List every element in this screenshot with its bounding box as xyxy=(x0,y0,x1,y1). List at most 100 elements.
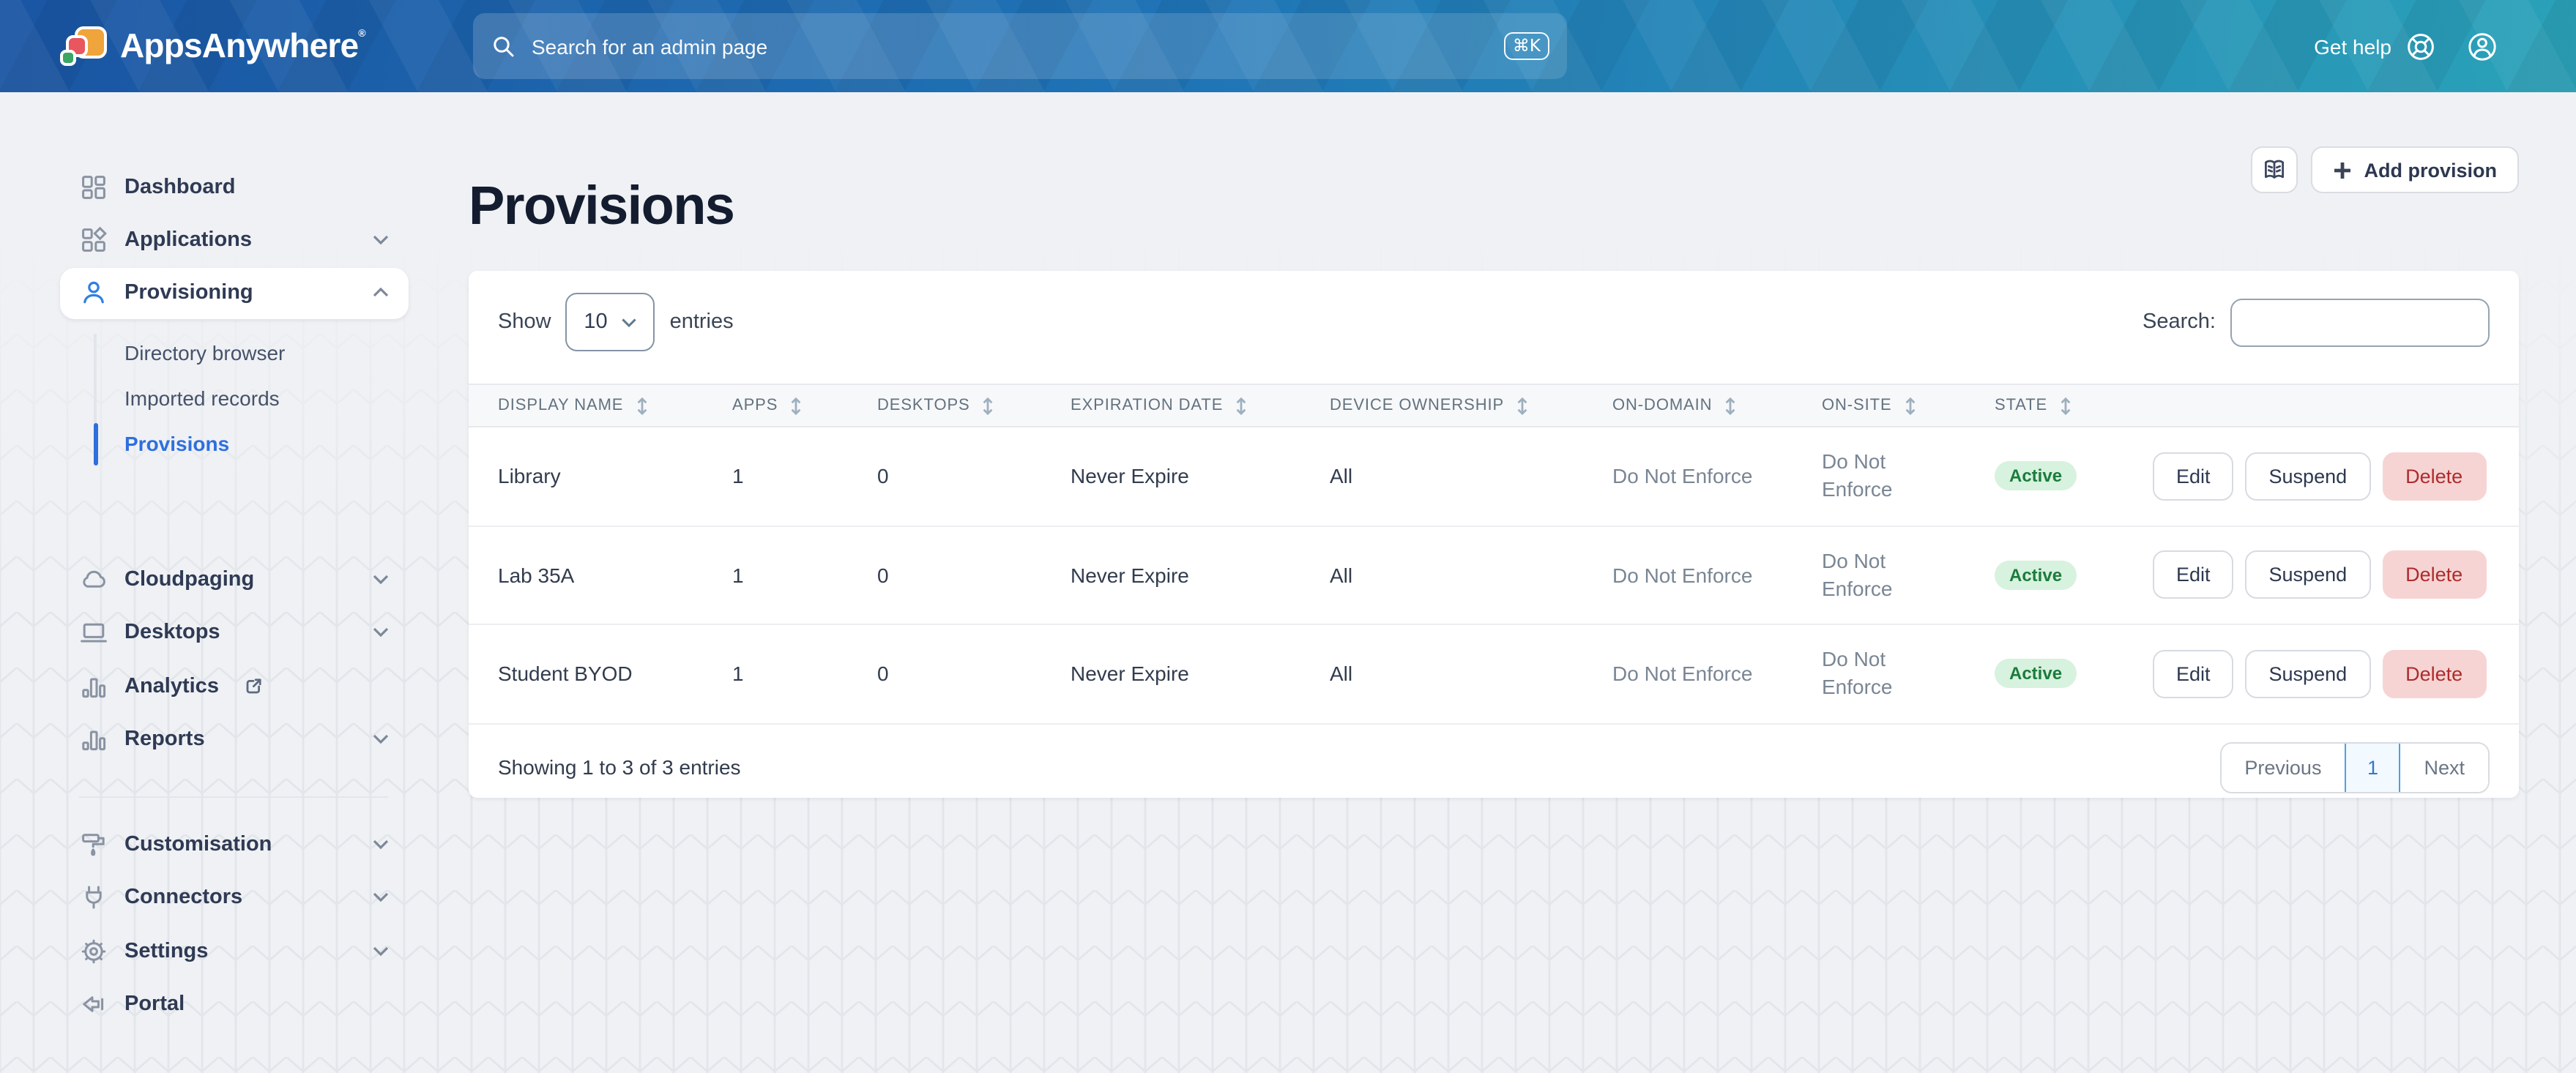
edit-button[interactable]: Edit xyxy=(2153,551,2234,599)
sidebar-item-label: Cloudpaging xyxy=(124,568,254,591)
sidebar-item-label: Portal xyxy=(124,992,185,1016)
sidebar-item-connectors[interactable]: Connectors xyxy=(60,872,409,924)
column-label: ON-DOMAIN xyxy=(1612,397,1712,414)
delete-button[interactable]: Delete xyxy=(2382,551,2486,599)
cell-state: Active xyxy=(1995,659,2153,689)
registered-mark: ® xyxy=(358,29,365,40)
edit-button[interactable]: Edit xyxy=(2153,650,2234,698)
book-icon xyxy=(2262,157,2288,183)
table-header-row: DISPLAY NAME APPS DESKTOPS EXPIRATION DA… xyxy=(469,384,2519,427)
admin-search-input[interactable] xyxy=(529,33,1491,59)
cell-actions: Edit Suspend Delete xyxy=(2153,650,2490,698)
table-controls: Show 10 entries Search: xyxy=(498,290,2490,354)
table-row: Lab 35A 1 0 Never Expire All Do Not Enfo… xyxy=(469,526,2519,625)
documentation-button[interactable] xyxy=(2252,146,2298,193)
admin-search-bar[interactable]: ⌘K xyxy=(473,13,1567,79)
sort-icon xyxy=(1516,396,1529,415)
get-help-button[interactable]: Get help xyxy=(2314,30,2437,62)
cell-on-domain: Do Not Enforce xyxy=(1612,465,1822,488)
sidebar-item-dashboard[interactable]: Dashboard xyxy=(60,161,409,212)
sidebar-item-customisation[interactable]: Customisation xyxy=(60,819,409,870)
edit-button[interactable]: Edit xyxy=(2153,452,2234,501)
plus-icon xyxy=(2334,160,2353,179)
column-header-on-domain[interactable]: ON-DOMAIN xyxy=(1612,396,1822,415)
sidebar-item-applications[interactable]: Applications xyxy=(60,214,409,266)
sort-icon xyxy=(982,396,995,415)
cell-on-site: Do Not Enforce xyxy=(1822,547,1995,603)
appsanywhere-logo[interactable]: AppsAnywhere® xyxy=(60,0,365,92)
provisions-table-card: Show 10 entries Search: DISPLAY NAME APP… xyxy=(469,271,2519,798)
subitem-label: Directory browser xyxy=(124,341,285,364)
column-header-state[interactable]: STATE xyxy=(1995,396,2153,415)
chevron-down-icon xyxy=(372,234,390,246)
cell-display-name: Student BYOD xyxy=(498,662,732,686)
laptop-icon xyxy=(79,618,108,648)
sidebar-subitem-imported-records[interactable]: Imported records xyxy=(94,375,409,421)
sidebar-item-portal[interactable]: Portal xyxy=(60,979,409,1030)
sidebar-item-label: Provisioning xyxy=(124,281,253,304)
column-header-device-ownership[interactable]: DEVICE OWNERSHIP xyxy=(1330,396,1612,415)
table-search-input[interactable] xyxy=(2230,298,2490,346)
cell-actions: Edit Suspend Delete xyxy=(2153,452,2490,501)
pagination-next[interactable]: Next xyxy=(2400,744,2488,792)
entries-summary: Showing 1 to 3 of 3 entries xyxy=(498,756,741,779)
sidebar-item-provisioning[interactable]: Provisioning xyxy=(60,267,409,318)
suspend-button[interactable]: Suspend xyxy=(2246,452,2371,501)
sidebar-subitem-provisions[interactable]: Provisions xyxy=(94,421,409,466)
sort-icon xyxy=(635,396,648,415)
sidebar-item-desktops[interactable]: Desktops xyxy=(60,607,409,659)
table-row: Student BYOD 1 0 Never Expire All Do Not… xyxy=(469,625,2519,724)
external-link-icon xyxy=(244,676,264,696)
status-badge-active: Active xyxy=(1995,659,2077,689)
cell-on-domain: Do Not Enforce xyxy=(1612,662,1822,686)
user-account-icon[interactable] xyxy=(2465,29,2500,64)
portal-exit-icon xyxy=(79,990,108,1019)
get-help-label: Get help xyxy=(2314,34,2391,58)
cell-expiration-date: Never Expire xyxy=(1071,662,1330,686)
entries-label: entries xyxy=(670,310,734,334)
sort-icon xyxy=(1904,396,1917,415)
paint-roller-icon xyxy=(79,830,108,859)
pagination-previous[interactable]: Previous xyxy=(2221,744,2345,792)
cell-device-ownership: All xyxy=(1330,662,1612,686)
cell-desktops: 0 xyxy=(877,662,1071,686)
plug-icon xyxy=(79,883,108,913)
cell-state: Active xyxy=(1995,561,2153,590)
pagination: Previous 1 Next xyxy=(2219,742,2490,793)
sidebar-subitem-directory-browser[interactable]: Directory browser xyxy=(94,330,409,375)
sidebar-item-reports[interactable]: Reports xyxy=(60,714,409,765)
sidebar-item-label: Desktops xyxy=(124,621,220,645)
sidebar-item-label: Analytics xyxy=(124,674,219,698)
cell-apps: 1 xyxy=(732,465,877,488)
cell-display-name: Library xyxy=(498,465,732,488)
lifebuoy-icon xyxy=(2405,30,2437,62)
sidebar-item-settings[interactable]: Settings xyxy=(60,925,409,976)
column-header-apps[interactable]: APPS xyxy=(732,396,877,415)
delete-button[interactable]: Delete xyxy=(2382,650,2486,698)
gear-icon xyxy=(79,936,108,965)
sort-icon xyxy=(789,396,803,415)
column-header-display-name[interactable]: DISPLAY NAME xyxy=(498,396,732,415)
provisioning-submenu: Directory browser Imported records Provi… xyxy=(94,330,409,466)
sidebar-navigation: Dashboard Applications Provisioning Dire… xyxy=(60,161,409,1031)
dashboard-icon xyxy=(79,172,108,201)
page-size-select[interactable]: 10 xyxy=(566,293,655,351)
add-provision-button[interactable]: Add provision xyxy=(2312,146,2520,193)
sidebar-item-label: Customisation xyxy=(124,833,272,856)
column-label: DEVICE OWNERSHIP xyxy=(1330,397,1504,414)
column-header-on-site[interactable]: ON-SITE xyxy=(1822,396,1995,415)
table-footer: Showing 1 to 3 of 3 entries Previous 1 N… xyxy=(469,725,2519,811)
column-header-expiration-date[interactable]: EXPIRATION DATE xyxy=(1071,396,1330,415)
logo-text: AppsAnywhere® xyxy=(120,26,365,66)
sidebar-item-cloudpaging[interactable]: Cloudpaging xyxy=(60,554,409,605)
suspend-button[interactable]: Suspend xyxy=(2246,650,2371,698)
appsanywhere-logo-icon xyxy=(60,26,107,66)
suspend-button[interactable]: Suspend xyxy=(2246,551,2371,599)
pagination-page-1[interactable]: 1 xyxy=(2345,742,2400,793)
cell-on-site: Do Not Enforce xyxy=(1822,646,1995,702)
bar-chart-icon xyxy=(79,725,108,754)
delete-button[interactable]: Delete xyxy=(2382,452,2486,501)
sidebar-item-analytics[interactable]: Analytics xyxy=(60,660,409,711)
cell-device-ownership: All xyxy=(1330,465,1612,488)
column-header-desktops[interactable]: DESKTOPS xyxy=(877,396,1071,415)
